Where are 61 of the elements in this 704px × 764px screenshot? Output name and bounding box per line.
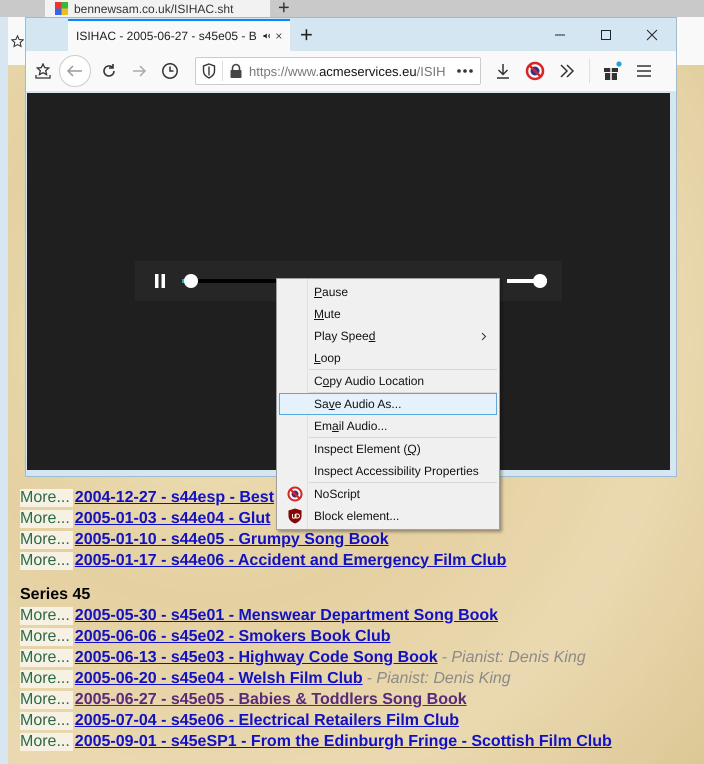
new-tab-button[interactable]: + <box>278 0 290 17</box>
shield-icon[interactable] <box>202 63 216 79</box>
favicon-icon <box>55 2 68 15</box>
menu-item[interactable]: NoScript <box>279 483 497 505</box>
noscript-icon[interactable] <box>525 61 545 81</box>
more-link[interactable]: More... <box>20 712 73 730</box>
shield-icon <box>288 508 302 524</box>
more-link[interactable]: More... <box>20 648 73 666</box>
noscript-icon <box>287 486 303 502</box>
address-bar[interactable]: https://www.acmeservices.eu/ISIH <box>195 57 481 85</box>
menu-item[interactable]: Save Audio As... <box>279 393 497 415</box>
more-link[interactable]: More... <box>20 628 73 646</box>
more-link[interactable]: More... <box>20 552 73 570</box>
lock-icon <box>229 63 243 79</box>
close-icon[interactable] <box>646 29 658 41</box>
more-link[interactable]: More... <box>20 732 73 750</box>
episode-link[interactable]: 2005-06-06 - s45e02 - Smokers Book Club <box>74 628 390 646</box>
maximize-icon[interactable] <box>600 29 612 41</box>
star-tray-icon[interactable] <box>35 63 51 79</box>
episode-link[interactable]: 2004-12-27 - s44esp - Best <box>74 488 274 506</box>
menu-item[interactable]: Block element... <box>279 505 497 527</box>
pianist-note: - Pianist: Denis King <box>442 648 586 666</box>
menu-icon[interactable] <box>636 64 652 78</box>
menu-item[interactable]: Copy Audio Location <box>279 370 497 392</box>
more-link[interactable]: More... <box>20 530 73 548</box>
episode-link[interactable]: 2005-06-27 - s45e05 - Babies & Toddlers Song Book <box>74 690 467 708</box>
browser-tab[interactable]: ISIHAC - 2005-06-27 - s45e05 - B <box>68 19 290 51</box>
pianist-note: - Pianist: Denis King <box>366 670 511 688</box>
clock-icon[interactable] <box>161 62 179 80</box>
series-heading: Series 45 <box>20 585 92 605</box>
menu-item[interactable]: Inspect Element (Q) <box>279 438 497 460</box>
url-text: https://www.acmeservices.eu/ISIH <box>249 64 447 78</box>
menu-item[interactable]: Play Speed <box>279 325 497 347</box>
more-icon[interactable] <box>456 68 474 74</box>
download-icon[interactable] <box>495 63 511 79</box>
menu-item[interactable]: Email Audio... <box>279 415 497 437</box>
menu-item[interactable]: Pause <box>279 281 497 303</box>
gift-icon[interactable] <box>602 61 622 81</box>
new-tab-button[interactable]: + <box>300 19 313 51</box>
reload-icon[interactable] <box>101 63 117 79</box>
episode-link[interactable]: 2005-01-17 - s44e06 - Accident and Emergency Film Club <box>74 552 506 570</box>
pause-icon[interactable] <box>155 274 165 288</box>
more-link[interactable]: More... <box>20 606 73 624</box>
browser-tab[interactable]: bennewsam.co.uk/ISIHAC.sht <box>45 0 270 17</box>
menu-item[interactable]: Loop <box>279 347 497 369</box>
episode-link[interactable]: 2005-05-30 - s45e01 - Menswear Department Song Book <box>74 606 498 624</box>
back-button[interactable] <box>59 55 91 87</box>
episode-link[interactable]: 2005-09-01 - s45eSP1 - From the Edinburgh Fringe - Scottish Film Club <box>74 732 612 750</box>
episode-link[interactable]: 2005-06-20 - s45e04 - Welsh Film Club <box>74 670 363 688</box>
menu-item[interactable]: Mute <box>279 303 497 325</box>
episode-link[interactable]: 2005-06-13 - s45e03 - Highway Code Song Book <box>74 648 438 666</box>
more-link[interactable]: More... <box>20 670 73 688</box>
episode-link[interactable]: 2005-01-03 - s44e04 - Glut <box>74 510 270 528</box>
more-link[interactable]: More... <box>20 690 73 708</box>
episode-link[interactable]: 2005-01-10 - s44e05 - Grumpy Song Book <box>74 530 389 548</box>
episode-link[interactable]: 2005-07-04 - s45e06 - Electrical Retailers Film Club <box>74 712 459 730</box>
more-link[interactable]: More... <box>20 488 73 506</box>
star-icon[interactable] <box>11 34 24 48</box>
chevrons-icon[interactable] <box>559 64 575 78</box>
menu-item[interactable]: Inspect Accessibility Properties <box>279 460 497 482</box>
more-link[interactable]: More... <box>20 510 73 528</box>
